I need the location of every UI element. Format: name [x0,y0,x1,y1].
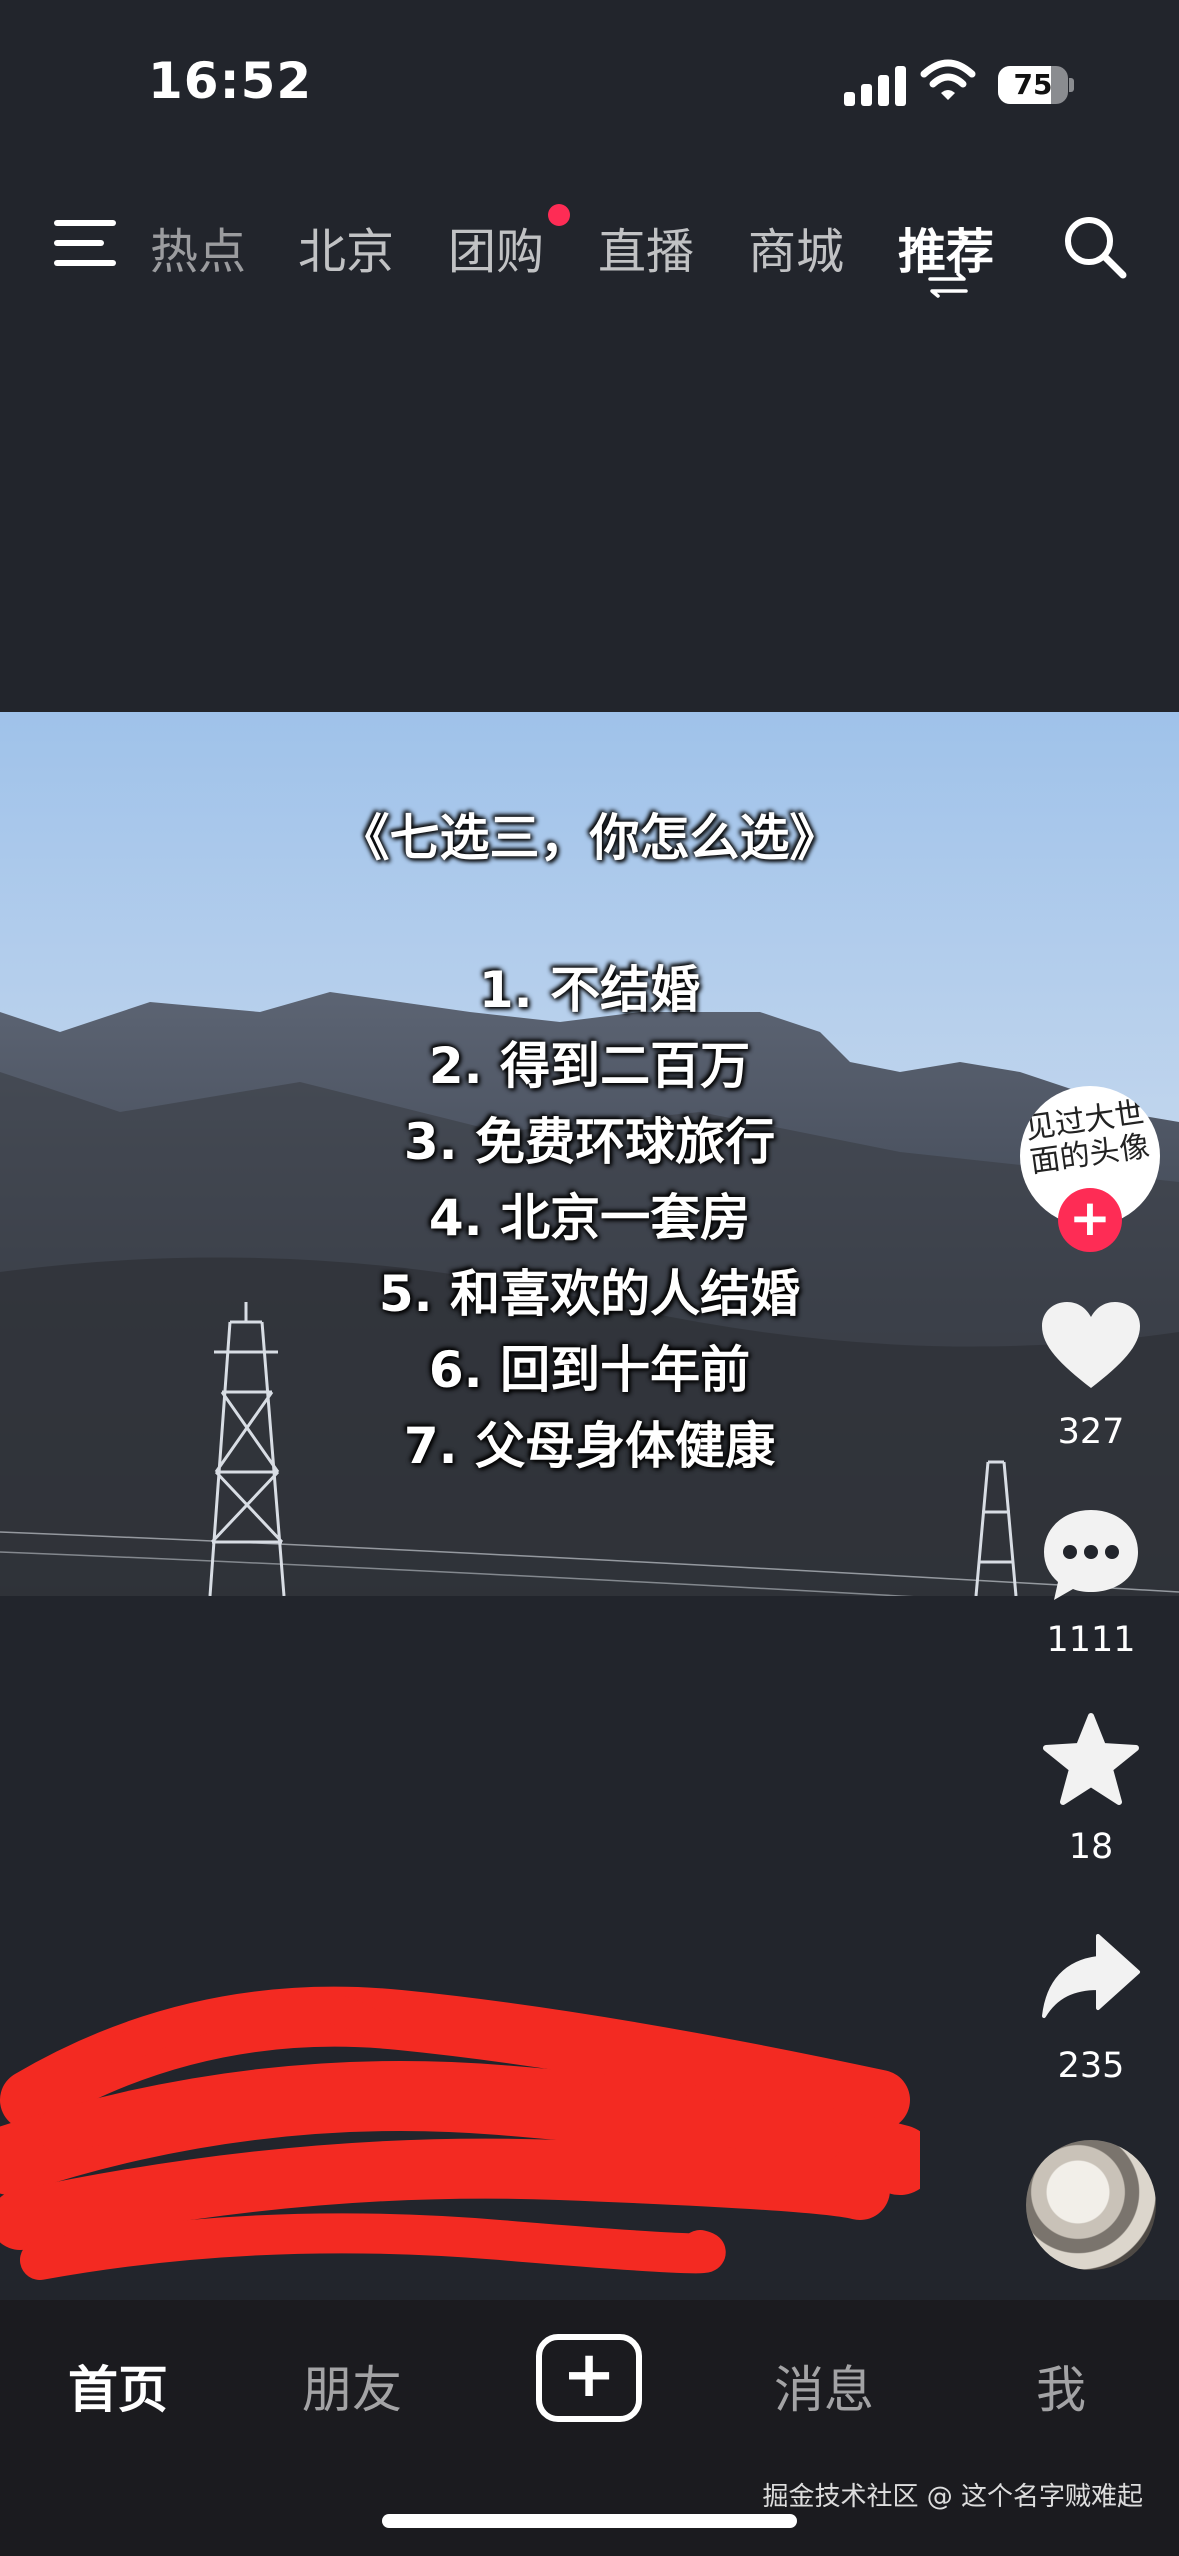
video-option: 5. 和喜欢的人结婚 [378,1265,801,1323]
like-count: 327 [1057,1412,1125,1452]
create-button[interactable]: + [536,2334,642,2422]
tab-mall[interactable]: 商城 [748,212,844,282]
video-option: 3. 免费环球旅行 [403,1113,776,1171]
tab-home[interactable]: 首页 [68,2350,168,2422]
cellular-signal-icon [844,64,906,106]
redaction-scribble [0,1986,920,2280]
share-count: 235 [1057,2046,1125,2086]
video-option: 7. 父母身体健康 [403,1417,776,1475]
video-option: 1. 不结婚 [478,961,701,1019]
video-option: 2. 得到二百万 [428,1037,751,1095]
comment-icon[interactable] [1040,1506,1142,1604]
video-title: 《七选三，你怎么选》 [339,809,840,867]
comment-count: 1111 [1046,1620,1136,1660]
tab-hot[interactable]: 热点 [150,212,246,282]
tab-friends[interactable]: 朋友 [302,2350,402,2422]
tab-group-buy[interactable]: 团购 [448,212,544,282]
watermark: 掘金技术社区 @ 这个名字贼难起 [762,2482,1143,2512]
follow-button[interactable]: + [1058,1188,1122,1252]
menu-icon[interactable] [54,220,116,268]
wifi-icon [920,59,976,100]
battery-icon: 75 [998,66,1074,104]
battery-level: 75 [1013,68,1053,101]
video-option: 6. 回到十年前 [428,1341,751,1399]
share-icon[interactable] [1040,1932,1142,2022]
like-icon[interactable] [1040,1300,1142,1392]
home-indicator[interactable] [382,2514,797,2528]
notification-dot [548,204,570,226]
status-time: 16:52 [148,52,313,110]
tab-beijing[interactable]: 北京 [298,212,394,282]
favorite-count: 18 [1068,1827,1114,1867]
video-text-overlay: 《七选三，你怎么选》 1. 不结婚 2. 得到二百万 3. 免费环球旅行 4. … [0,800,1179,1484]
favorite-star-icon[interactable] [1040,1712,1142,1808]
swap-icon [928,272,968,298]
tab-messages[interactable]: 消息 [774,2350,874,2422]
search-icon[interactable] [1062,214,1128,280]
tab-me[interactable]: 我 [1036,2350,1086,2422]
video-option: 4. 北京一套房 [428,1189,751,1247]
tab-live[interactable]: 直播 [598,212,694,282]
music-disc-avatar[interactable] [1026,2140,1156,2270]
